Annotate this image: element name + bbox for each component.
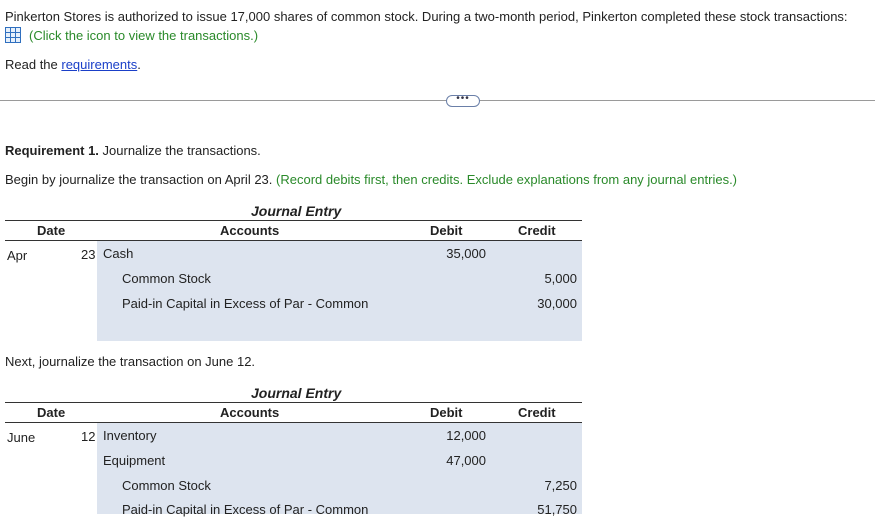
journal2-debit-header: Debit	[430, 405, 463, 420]
journal2-top-rule	[5, 402, 582, 403]
journal1-account-paid-in-capital[interactable]: Paid-in Capital in Excess of Par - Commo…	[122, 296, 368, 311]
journal2-accounts-header: Accounts	[220, 405, 280, 420]
journal2-month: June	[7, 430, 36, 445]
journal2-account-equipment[interactable]: Equipment	[103, 453, 165, 468]
journal2-entry-area[interactable]	[97, 423, 582, 514]
read-requirements-line: Read the requirements.	[5, 57, 141, 72]
table-icon[interactable]	[5, 27, 21, 43]
requirement-text: Journalize the transactions.	[98, 143, 261, 158]
journal1-account-cash[interactable]: Cash	[103, 246, 133, 261]
read-prefix: Read the	[5, 57, 62, 72]
requirement-label: Requirement 1.	[5, 143, 99, 158]
problem-statement: Pinkerton Stores is authorized to issue …	[5, 9, 848, 24]
journal1-credit-header: Credit	[518, 223, 556, 238]
begin-text: Begin by journalize the transaction on A…	[5, 172, 273, 187]
journal1-accounts-header: Accounts	[220, 223, 280, 238]
journal1-day: 23	[81, 247, 96, 262]
journal2-day: 12	[81, 429, 96, 444]
journal1-credit-common-stock[interactable]: 5,000	[500, 271, 577, 286]
view-transactions-text[interactable]: (Click the icon to view the transactions…	[29, 28, 258, 43]
journal2-debit-inventory[interactable]: 12,000	[420, 428, 486, 443]
journal2-credit-paid-in-capital[interactable]: 51,750	[500, 502, 577, 517]
begin-note: (Record debits first, then credits. Excl…	[276, 172, 738, 187]
requirement-heading: Requirement 1. Journalize the transactio…	[5, 143, 261, 158]
journal-entry-title-2: Journal Entry	[251, 385, 342, 401]
journal2-debit-equipment[interactable]: 47,000	[420, 453, 486, 468]
next-instruction: Next, journalize the transaction on June…	[5, 354, 256, 369]
journal2-account-common-stock[interactable]: Common Stock	[122, 478, 211, 493]
begin-instruction: Begin by journalize the transaction on A…	[5, 172, 737, 187]
journal1-entry-area[interactable]	[97, 241, 582, 341]
journal2-account-inventory[interactable]: Inventory	[103, 428, 156, 443]
journal1-month: Apr	[7, 248, 28, 263]
journal1-account-common-stock[interactable]: Common Stock	[122, 271, 211, 286]
journal2-account-paid-in-capital[interactable]: Paid-in Capital in Excess of Par - Commo…	[122, 502, 368, 517]
journal2-date-header: Date	[37, 405, 66, 420]
journal1-date-header: Date	[37, 223, 66, 238]
journal1-top-rule	[5, 220, 582, 221]
journal1-debit-header: Debit	[430, 223, 463, 238]
journal1-credit-paid-in-capital[interactable]: 30,000	[500, 296, 577, 311]
expand-button[interactable]: •••	[446, 94, 480, 107]
journal2-credit-common-stock[interactable]: 7,250	[500, 478, 577, 493]
journal2-credit-header: Credit	[518, 405, 556, 420]
journal1-debit-cash[interactable]: 35,000	[420, 246, 486, 261]
journal-entry-title-1: Journal Entry	[251, 203, 342, 219]
read-suffix: .	[137, 57, 141, 72]
section-divider	[0, 100, 875, 101]
requirements-link[interactable]: requirements	[61, 57, 137, 72]
